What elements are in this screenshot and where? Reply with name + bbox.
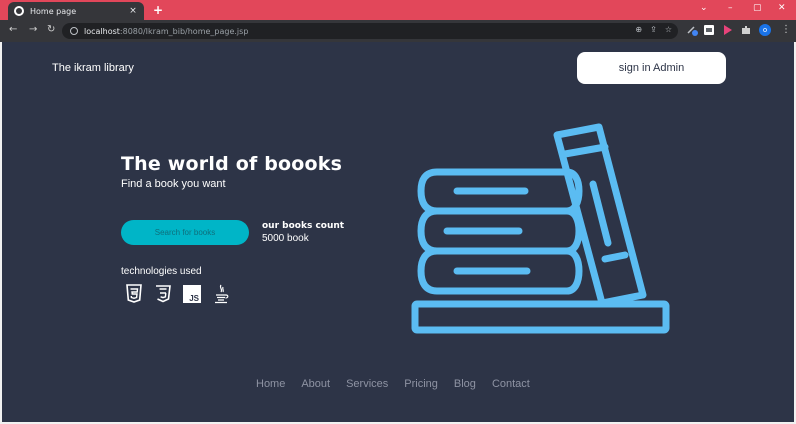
browser-window: Home page × + ⌄ – ▢ ✕ ← → ↻ localhost :8… (0, 0, 796, 424)
footer-link-blog[interactable]: Blog (454, 378, 476, 390)
stack-book-2-spine (563, 207, 583, 255)
maximize-icon[interactable]: ▢ (753, 3, 762, 13)
page-content: The ikram library sign in Admin The worl… (2, 42, 794, 422)
stack-book-3-spine (563, 247, 583, 295)
tab-strip: Home page × + ⌄ – ▢ ✕ (0, 0, 796, 20)
site-brand[interactable]: The ikram library (52, 62, 134, 74)
sign-in-admin-button[interactable]: sign in Admin (577, 52, 726, 84)
bookmark-star-icon[interactable]: ☆ (665, 25, 672, 34)
reload-icon[interactable]: ↻ (47, 24, 55, 35)
leaning-book-spine-line (589, 180, 612, 247)
browser-toolbar: ← → ↻ localhost :8080/Ikram_bib/home_pag… (0, 20, 796, 42)
shelf-shape (411, 300, 670, 334)
site-info-icon[interactable] (70, 27, 78, 35)
address-bar[interactable]: localhost :8080/Ikram_bib/home_page.jsp … (62, 23, 678, 39)
extension-icon[interactable] (703, 24, 715, 36)
footer-link-pricing[interactable]: Pricing (404, 378, 438, 390)
footer-nav: Home About Services Pricing Blog Contact (256, 378, 546, 390)
forward-icon[interactable]: → (29, 24, 37, 35)
back-icon[interactable]: ← (9, 24, 17, 35)
profile-avatar[interactable]: o (759, 24, 771, 36)
leaning-book-band-bottom (601, 251, 629, 263)
url-host: localhost (84, 26, 120, 36)
leaning-book-band-top (561, 143, 609, 158)
footer-link-home[interactable]: Home (256, 378, 285, 390)
minimize-icon[interactable]: – (728, 3, 733, 13)
share-icon[interactable]: ⇪ (650, 25, 657, 34)
footer-link-contact[interactable]: Contact (492, 378, 530, 390)
new-tab-button[interactable]: + (153, 3, 163, 17)
html5-icon (124, 284, 144, 304)
technologies-icons: JS (124, 284, 231, 304)
browser-tab[interactable]: Home page × (8, 2, 144, 20)
hero-title: The world of boooks (121, 153, 343, 175)
extension-icon[interactable] (722, 24, 734, 36)
hero-subtitle: Find a book you want (121, 178, 226, 190)
puzzle-icon[interactable] (740, 24, 752, 36)
technologies-label: technologies used (121, 266, 202, 277)
url-path: :8080/Ikram_bib/home_page.jsp (119, 26, 249, 36)
tab-title: Home page (30, 6, 77, 16)
tab-close-icon[interactable]: × (128, 6, 138, 16)
css3-icon (153, 284, 173, 304)
search-books-button[interactable]: Search for books (121, 220, 249, 245)
books-illustration (411, 123, 670, 334)
zoom-icon[interactable]: ⊕ (635, 25, 642, 34)
globe-icon (14, 6, 24, 16)
menu-icon[interactable]: ⋮ (781, 24, 791, 35)
books-count-value: 5000 book (262, 233, 309, 244)
js-icon-text: JS (189, 294, 199, 303)
close-window-icon[interactable]: ✕ (778, 3, 786, 13)
javascript-icon: JS (182, 284, 202, 304)
java-icon (211, 284, 231, 304)
books-count-label: our books count (262, 221, 345, 231)
footer-link-services[interactable]: Services (346, 378, 388, 390)
footer-link-about[interactable]: About (301, 378, 330, 390)
extension-icon[interactable] (686, 24, 698, 36)
tab-search-icon[interactable]: ⌄ (700, 3, 708, 13)
